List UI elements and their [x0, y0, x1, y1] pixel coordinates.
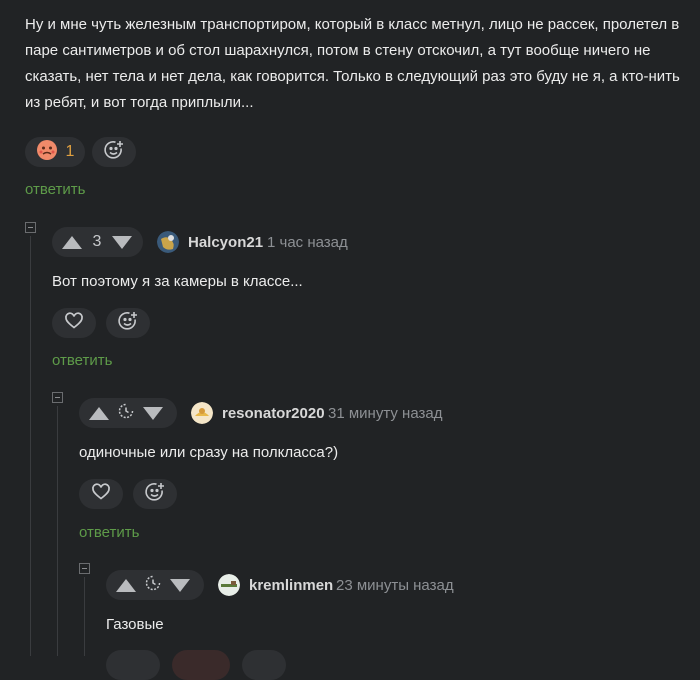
- add-reaction-button[interactable]: [106, 308, 150, 338]
- heart-icon: [91, 482, 111, 507]
- username[interactable]: Halcyon21: [188, 234, 263, 251]
- comment-text: одиночные или сразу на полкласса?): [79, 444, 339, 461]
- comment-text: Ну и мне чуть железным транспортиром, ко…: [25, 16, 680, 111]
- like-button[interactable]: [79, 479, 123, 509]
- thread-line: [84, 577, 85, 656]
- thread-line: [30, 236, 31, 656]
- reply-link[interactable]: ответить: [52, 352, 112, 369]
- upvote-icon[interactable]: [62, 235, 82, 249]
- reply-link[interactable]: ответить: [25, 181, 85, 198]
- collapse-icon[interactable]: [25, 222, 36, 233]
- reaction-button[interactable]: 1: [25, 137, 85, 167]
- score: 3: [92, 233, 102, 250]
- add-reaction-icon: [103, 139, 125, 166]
- downvote-icon[interactable]: [143, 406, 163, 420]
- reaction-count: 1: [65, 143, 75, 160]
- downvote-icon[interactable]: [112, 235, 132, 249]
- vote-controls: [79, 398, 177, 428]
- add-reaction-button[interactable]: [133, 479, 177, 509]
- avatar[interactable]: [218, 574, 240, 596]
- reply-link[interactable]: ответить: [79, 524, 139, 541]
- add-reaction-icon: [144, 481, 166, 508]
- timestamp: 1 час назад: [267, 234, 348, 251]
- downvote-icon[interactable]: [170, 578, 190, 592]
- avatar[interactable]: [157, 231, 179, 253]
- timestamp: 23 минуты назад: [336, 577, 454, 594]
- add-reaction-button[interactable]: [242, 650, 286, 680]
- add-reaction-button[interactable]: [92, 137, 136, 167]
- vote-controls: 3: [52, 227, 143, 257]
- timestamp: 31 минуту назад: [328, 405, 443, 422]
- avatar[interactable]: [191, 402, 213, 424]
- username[interactable]: resonator2020: [222, 405, 325, 422]
- username[interactable]: kremlinmen: [249, 577, 333, 594]
- thread-line: [57, 406, 58, 656]
- vote-controls: [106, 570, 204, 600]
- heart-icon: [64, 311, 84, 336]
- upvote-icon[interactable]: [89, 406, 109, 420]
- collapse-icon[interactable]: [52, 392, 63, 403]
- comment-text: Вот поэтому я за камеры в классе...: [52, 273, 303, 290]
- clock-icon: [144, 574, 162, 597]
- reaction-button[interactable]: [172, 650, 230, 680]
- collapse-icon[interactable]: [79, 563, 90, 574]
- clock-icon: [117, 402, 135, 425]
- like-button[interactable]: [106, 650, 160, 680]
- add-reaction-icon: [117, 310, 139, 337]
- upvote-icon[interactable]: [116, 578, 136, 592]
- like-button[interactable]: [52, 308, 96, 338]
- emoji-hot-face-icon: [36, 139, 58, 166]
- comment-text: Газовые: [106, 616, 164, 633]
